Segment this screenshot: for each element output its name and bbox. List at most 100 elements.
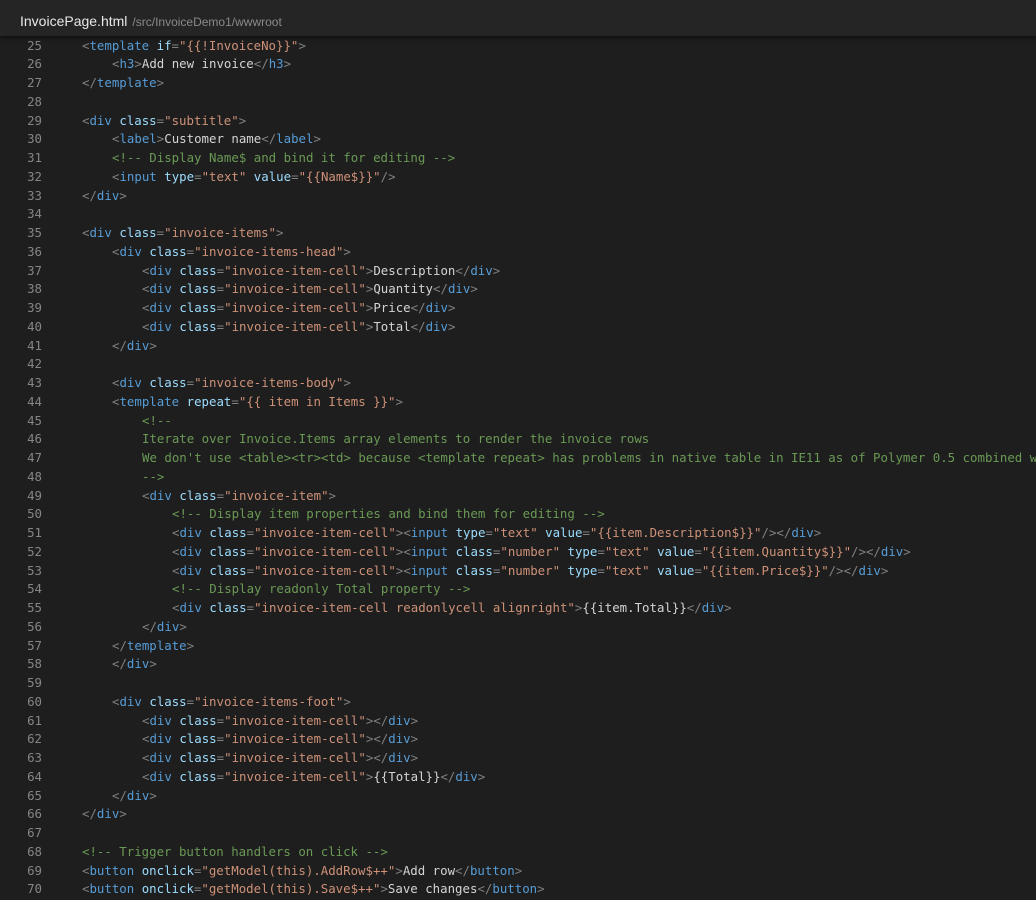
code-line[interactable]: 38 <div class="invoice-item-cell">Quantit… (0, 280, 1036, 299)
code-token: </ (373, 750, 389, 765)
code-line[interactable]: 28 (0, 93, 1036, 112)
line-number: 50 (27, 506, 42, 522)
code-line[interactable]: 33 </div> (0, 187, 1036, 206)
code-text: <div class="invoice-item-cell">Descripti… (142, 262, 500, 281)
line-number: 49 (27, 487, 42, 503)
code-line[interactable]: 69 <button onclick="getModel(this).AddRow… (0, 862, 1036, 881)
line-number: 63 (27, 750, 42, 765)
code-line[interactable]: 51 <div class="invoice-item-cell"><input … (0, 524, 1036, 543)
code-line[interactable]: 26 <h3>Add new invoice</h3> (0, 55, 1036, 74)
code-line[interactable]: 65 </div> (0, 787, 1036, 806)
code-token: class (209, 543, 247, 559)
code-line[interactable]: 45 <!-- (0, 412, 1036, 431)
code-line[interactable]: 29 <div class="subtitle"> (0, 112, 1036, 131)
code-line[interactable]: 57 </template> (0, 637, 1036, 656)
code-line[interactable]: 42 (0, 355, 1036, 374)
line-number: 68 (27, 843, 42, 859)
code-editor[interactable]: 25 <template if="{{!InvoiceNo}}"> 26 <h3>Ad… (0, 36, 1036, 900)
code-line[interactable]: 53 <div class="invoice-item-cell"><input … (0, 562, 1036, 581)
code-line[interactable]: 58 </div> (0, 655, 1036, 674)
code-line[interactable]: 64 <div class="invoice-item-cell">{{Total… (0, 768, 1036, 787)
line-number: 54 (27, 581, 42, 597)
code-line[interactable]: 62 <div class="invoice-item-cell"></div> (0, 730, 1036, 749)
line-number: 58 (27, 656, 42, 672)
code-line[interactable]: 25 <template if="{{!InvoiceNo}}"> (0, 37, 1036, 56)
code-line[interactable]: 37 <div class="invoice-item-cell">Descrip… (0, 262, 1036, 281)
file-name-tab[interactable]: InvoicePage.html/src/InvoiceDemo1/wwwroo… (20, 13, 282, 29)
code-token: div (96, 806, 120, 822)
code-line[interactable]: 52 <div class="invoice-item-cell"><input … (0, 543, 1036, 562)
code-token: "getModel(this).AddRow$++" (201, 862, 396, 878)
line-number: 60 (27, 693, 42, 709)
code-token: --> (142, 468, 165, 484)
line-number: 52 (27, 543, 42, 559)
code-token: "{{ item in Items }}" (238, 393, 396, 409)
code-token: div (126, 337, 150, 353)
code-line[interactable]: 44 <template repeat="{{ item in Items }}"… (0, 393, 1036, 412)
code-text: <div class="invoice-item-cell"><input cl… (172, 562, 888, 581)
code-line[interactable]: 31 <!-- Display Name$ and bind it for edi… (0, 149, 1036, 168)
code-token: /> (828, 562, 844, 578)
code-token: = (194, 168, 202, 184)
code-token: class (179, 281, 217, 297)
code-line[interactable]: 35 <div class="invoice-items"> (0, 224, 1036, 243)
code-token: = (485, 525, 493, 540)
code-text: <div class="invoice-item-cell">{{Total}}… (142, 768, 485, 787)
code-token: button (89, 881, 135, 897)
code-line[interactable]: 41 </div> (0, 337, 1036, 356)
code-line[interactable]: 34 (0, 205, 1036, 224)
code-line[interactable]: 30 <label>Customer name</label> (0, 130, 1036, 149)
code-line[interactable]: 59 (0, 674, 1036, 693)
code-token: div (149, 281, 172, 297)
code-token: = (246, 562, 255, 578)
code-token: button (492, 881, 538, 897)
code-text: <input type="text" value="{{Name$}}"/> (112, 168, 396, 187)
code-text: </div> (142, 618, 187, 637)
code-token: Description (373, 262, 456, 278)
code-token: Iterate over Invoice.Items array element… (142, 431, 650, 447)
code-line[interactable]: 63 <div class="invoice-item-cell"></div> (0, 749, 1036, 768)
code-token: type (567, 543, 598, 559)
code-text: <!-- Display Name$ and bind it for editi… (112, 149, 455, 168)
code-line[interactable]: 61 <div class="invoice-item-cell"></div> (0, 712, 1036, 731)
code-line[interactable]: 50 <!-- Display item properties and bind … (0, 505, 1036, 524)
code-line[interactable]: 68 <!-- Trigger button handlers on click … (0, 843, 1036, 862)
code-line[interactable]: 36 <div class="invoice-items-head"> (0, 243, 1036, 262)
line-number: 53 (27, 562, 42, 578)
code-token: "invoice-items-head" (194, 243, 344, 259)
code-token: <!-- (142, 412, 172, 428)
code-line[interactable]: 60 <div class="invoice-items-foot"> (0, 693, 1036, 712)
code-text: <div class="invoice-item-cell">Total</di… (142, 318, 455, 337)
code-line[interactable]: 39 <div class="invoice-item-cell">Price</… (0, 299, 1036, 318)
code-token: value (545, 525, 583, 540)
code-line[interactable]: 56 </div> (0, 618, 1036, 637)
code-token: = (694, 562, 702, 578)
code-token: "invoice-item-cell" (224, 281, 366, 297)
code-token: </ (776, 525, 792, 540)
code-line[interactable]: 43 <div class="invoice-items-body"> (0, 374, 1036, 393)
code-line[interactable]: 46 Iterate over Invoice.Items array eleme… (0, 430, 1036, 449)
line-number: 28 (27, 93, 42, 109)
line-number: 61 (27, 712, 42, 728)
code-line[interactable]: 47 We don't use <table><tr><td> because <… (0, 449, 1036, 468)
code-token: = (246, 525, 255, 540)
line-number: 43 (27, 375, 42, 390)
file-path-label: /src/InvoiceDemo1/wwwroot (132, 15, 282, 29)
line-number: 27 (27, 75, 42, 90)
code-text: <div class="invoice-items-head"> (112, 243, 351, 262)
code-token: template (126, 637, 187, 653)
code-line[interactable]: 66 </div> (0, 805, 1036, 824)
code-line[interactable]: 54 <!-- Display readonly Total property -… (0, 580, 1036, 599)
code-token: "number" (500, 562, 561, 578)
code-line[interactable]: 40 <div class="invoice-item-cell">Total</… (0, 318, 1036, 337)
code-line[interactable]: 27 </template> (0, 74, 1036, 93)
code-line[interactable]: 48 --> (0, 468, 1036, 487)
code-token: = (216, 262, 225, 278)
code-line[interactable]: 67 (0, 824, 1036, 843)
code-token: class (149, 693, 187, 709)
code-line[interactable]: 55 <div class="invoice-item-cell readonly… (0, 599, 1036, 618)
code-line[interactable]: 49 <div class="invoice-item"> (0, 487, 1036, 506)
code-line[interactable]: 32 <input type="text" value="{{Name$}}"/> (0, 168, 1036, 187)
code-line[interactable]: 70 <button onclick="getModel(this).Save$+… (0, 880, 1036, 899)
